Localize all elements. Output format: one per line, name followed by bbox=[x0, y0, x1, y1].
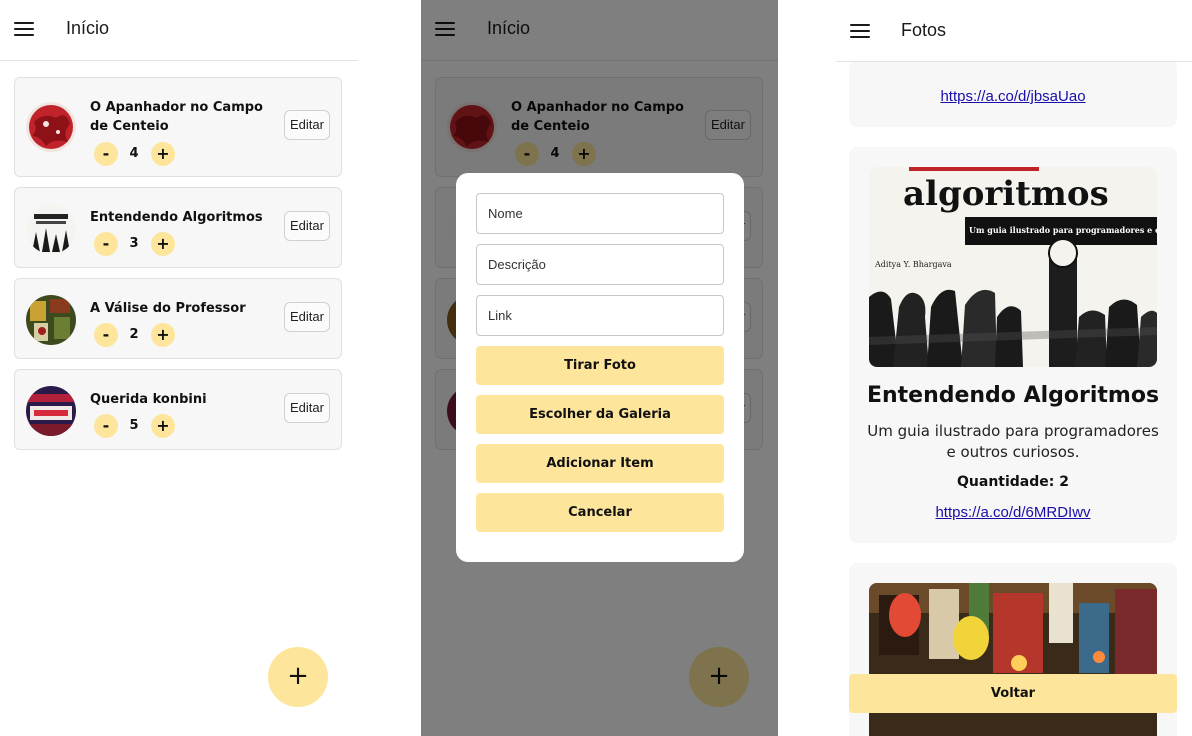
increment-button[interactable]: + bbox=[151, 142, 175, 166]
take-photo-button[interactable]: Tirar Foto bbox=[476, 346, 724, 385]
decrement-button[interactable]: - bbox=[94, 142, 118, 166]
menu-icon[interactable] bbox=[850, 24, 870, 38]
back-button[interactable]: Voltar bbox=[849, 674, 1177, 713]
page-title: Início bbox=[66, 18, 110, 38]
cancel-button[interactable]: Cancelar bbox=[476, 493, 724, 532]
item-title: Entendendo Algoritmos bbox=[866, 383, 1160, 408]
book-cover-image bbox=[869, 583, 1157, 736]
link-field[interactable]: Link bbox=[476, 295, 724, 336]
decrement-button[interactable]: - bbox=[94, 232, 118, 256]
add-item-dialog: Nome Descrição Link Tirar Foto Escolher … bbox=[456, 173, 744, 562]
book-thumbnail bbox=[26, 204, 76, 254]
edit-button[interactable]: Editar bbox=[284, 211, 330, 241]
book-cover-image: algoritmos Um guia ilustrado para progra… bbox=[869, 167, 1157, 367]
add-item-fab[interactable]: + bbox=[268, 647, 328, 707]
decrement-button[interactable]: - bbox=[94, 414, 118, 438]
item-name: A Válise do Professor bbox=[90, 301, 246, 316]
increment-button[interactable]: + bbox=[151, 232, 175, 256]
increment-button[interactable]: + bbox=[151, 323, 175, 347]
page-title: Fotos bbox=[901, 20, 947, 40]
app-bar: Início bbox=[0, 0, 358, 61]
cover-title: algoritmos bbox=[903, 174, 1109, 214]
item-quantity: Quantidade: 2 bbox=[957, 474, 1069, 490]
list-item: A Válise do Professor - 2 + Editar bbox=[14, 278, 342, 359]
item-name: Entendendo Algoritmos bbox=[90, 210, 263, 225]
list-item: Querida konbini - 5 + Editar bbox=[14, 369, 342, 450]
quantity-value: 5 bbox=[129, 418, 139, 433]
list-item: Entendendo Algoritmos - 3 + Editar bbox=[14, 187, 342, 268]
photos-screen: https://a.co/d/jbsaUao algoritmos Um gui… bbox=[836, 0, 1192, 736]
increment-button[interactable]: + bbox=[151, 414, 175, 438]
add-item-button[interactable]: Adicionar Item bbox=[476, 444, 724, 483]
list-item: O Apanhador no Campo de Centeio - 4 + Ed… bbox=[14, 77, 342, 177]
edit-button[interactable]: Editar bbox=[284, 110, 330, 140]
photo-card: https://a.co/d/jbsaUao bbox=[849, 60, 1177, 127]
home-screen: Início O Apanhador no Campo de Centeio -… bbox=[0, 0, 358, 736]
name-field[interactable]: Nome bbox=[476, 193, 724, 234]
edit-button[interactable]: Editar bbox=[284, 393, 330, 423]
item-description: Um guia ilustrado para programadores e o… bbox=[867, 422, 1159, 461]
decrement-button[interactable]: - bbox=[94, 323, 118, 347]
menu-icon[interactable] bbox=[14, 22, 34, 36]
item-link[interactable]: https://a.co/d/6MRDIwv bbox=[849, 504, 1177, 521]
home-screen-with-modal: Início O Apanhador no Campo de Centeio -… bbox=[421, 0, 778, 736]
item-name: Querida konbini bbox=[90, 392, 207, 407]
cover-subtitle: Um guia ilustrado para programadores e o… bbox=[969, 225, 1157, 235]
item-link[interactable]: https://a.co/d/jbsaUao bbox=[849, 88, 1177, 105]
choose-gallery-button[interactable]: Escolher da Galeria bbox=[476, 395, 724, 434]
book-thumbnail bbox=[26, 386, 76, 436]
quantity-value: 4 bbox=[129, 146, 139, 161]
quantity-value: 2 bbox=[129, 327, 139, 342]
app-bar: Fotos bbox=[836, 0, 1192, 62]
description-field[interactable]: Descrição bbox=[476, 244, 724, 285]
cover-author: Aditya Y. Bhargava bbox=[874, 260, 952, 269]
item-name: O Apanhador no Campo de Centeio bbox=[90, 100, 263, 134]
book-thumbnail bbox=[26, 295, 76, 345]
book-thumbnail bbox=[26, 102, 76, 152]
quantity-value: 3 bbox=[129, 236, 139, 251]
edit-button[interactable]: Editar bbox=[284, 302, 330, 332]
photo-card: algoritmos Um guia ilustrado para progra… bbox=[849, 147, 1177, 543]
